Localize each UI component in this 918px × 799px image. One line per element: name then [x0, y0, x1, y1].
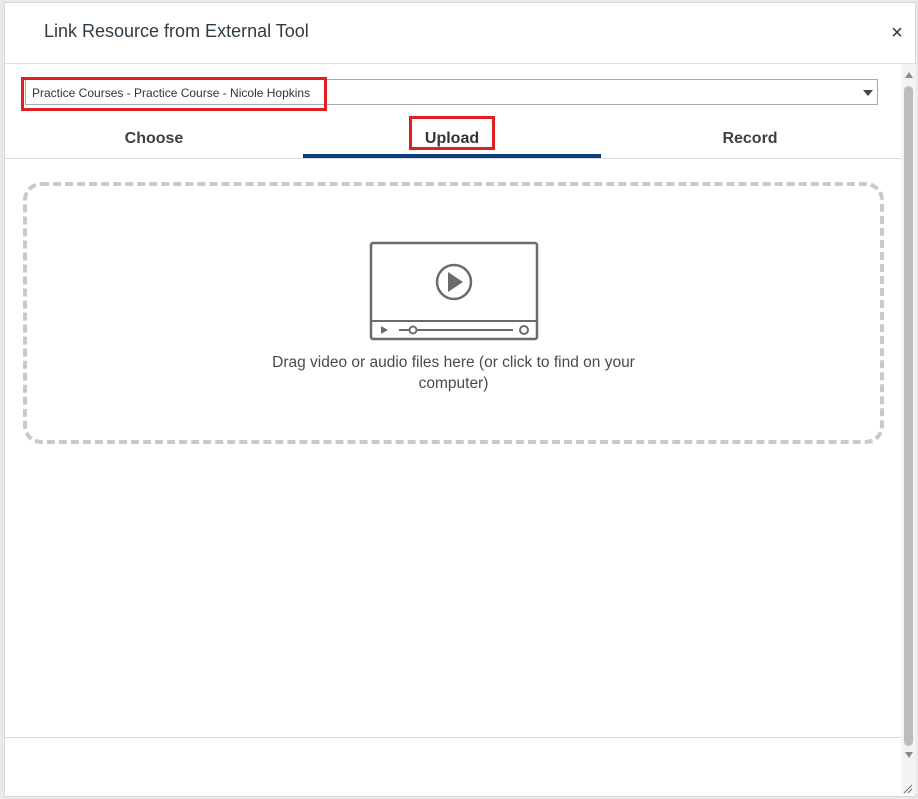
- dropzone-instructions: Drag video or audio files here (or click…: [272, 354, 635, 392]
- course-select[interactable]: Practice Courses - Practice Course - Nic…: [25, 79, 878, 105]
- video-player-icon: [369, 241, 539, 341]
- chevron-down-icon: [863, 90, 873, 96]
- dialog-title: Link Resource from External Tool: [44, 21, 309, 41]
- close-icon[interactable]: ×: [888, 23, 906, 43]
- dialog-header: Link Resource from External Tool ×: [5, 3, 915, 64]
- file-dropzone[interactable]: Drag video or audio files here (or click…: [23, 182, 884, 444]
- tab-choose[interactable]: Choose: [5, 119, 303, 158]
- tab-bar: Choose Upload Record: [5, 116, 901, 159]
- course-select-value: Practice Courses - Practice Course - Nic…: [32, 86, 311, 100]
- scroll-up-arrow-icon[interactable]: [905, 72, 913, 78]
- active-tab-indicator: [303, 154, 601, 158]
- vertical-scrollbar[interactable]: [901, 64, 916, 794]
- tab-record[interactable]: Record: [601, 119, 899, 158]
- dialog-content: Practice Courses - Practice Course - Nic…: [5, 64, 901, 738]
- tab-upload[interactable]: Upload: [303, 119, 601, 158]
- scrollbar-thumb[interactable]: [904, 86, 913, 746]
- scroll-down-arrow-icon[interactable]: [905, 752, 913, 758]
- resize-handle-icon[interactable]: [901, 782, 913, 794]
- external-tool-dialog: Link Resource from External Tool × Pract…: [4, 2, 916, 797]
